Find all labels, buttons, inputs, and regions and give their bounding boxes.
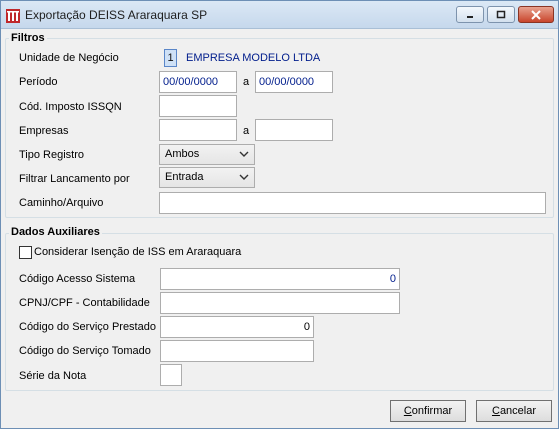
dados-title: Dados Auxiliares — [9, 226, 102, 238]
unidade-label: Unidade de Negócio — [19, 52, 119, 64]
serie-label: Série da Nota — [19, 370, 87, 382]
export-dialog: Exportação DEISS Araraquara SP Filtros U… — [0, 0, 559, 429]
window-title: Exportação DEISS Araraquara SP — [25, 8, 208, 22]
maximize-button[interactable] — [487, 6, 515, 23]
cancelar-accelerator: C — [491, 405, 500, 417]
app-logo-icon — [6, 9, 20, 23]
empresas-separator: a — [243, 125, 250, 137]
periodo-from-field[interactable]: 00/00/0000 — [159, 71, 237, 93]
minimize-icon — [467, 15, 473, 18]
title-bar[interactable]: Exportação DEISS Araraquara SP — [1, 1, 558, 29]
servico-tomado-field[interactable] — [160, 340, 314, 362]
tipo-registro-label: Tipo Registro — [19, 149, 85, 161]
empresas-label: Empresas — [19, 125, 69, 137]
confirmar-button[interactable]: Confirmar — [390, 400, 466, 422]
empresas-from-field[interactable] — [159, 119, 237, 141]
isencao-checkbox[interactable] — [19, 246, 32, 259]
close-icon — [531, 9, 541, 20]
confirmar-accelerator: C — [403, 405, 412, 417]
servico-tomado-label: Código do Serviço Tomado — [19, 345, 151, 357]
periodo-label: Período — [19, 76, 58, 88]
unidade-code-field[interactable]: 1 — [164, 49, 177, 67]
cancelar-label: ancelar — [499, 405, 537, 417]
empresas-to-field[interactable] — [255, 119, 333, 141]
filtrar-label: Filtrar Lancamento por — [19, 173, 130, 185]
caminho-label: Caminho/Arquivo — [19, 197, 104, 209]
cancelar-button[interactable]: Cancelar — [476, 400, 552, 422]
serie-field[interactable] — [160, 364, 182, 386]
cpnj-field[interactable] — [160, 292, 400, 314]
tipo-registro-select[interactable]: Ambos — [159, 144, 255, 165]
tipo-registro-value: Ambos — [165, 148, 200, 160]
cpnj-label: CPNJ/CPF - Contabilidade — [19, 297, 150, 309]
filtros-title: Filtros — [9, 32, 47, 44]
filtrar-select[interactable]: Entrada — [159, 167, 255, 188]
cod-imposto-label: Cód. Imposto ISSQN — [19, 101, 122, 113]
unidade-name: EMPRESA MODELO LTDA — [186, 52, 321, 64]
cod-imposto-field[interactable] — [159, 95, 237, 117]
caminho-field[interactable] — [159, 192, 546, 214]
confirmar-label: onfirmar — [411, 405, 453, 417]
servico-prestado-label: Código do Serviço Prestado — [19, 321, 156, 333]
servico-prestado-field[interactable]: 0 — [160, 316, 314, 338]
minimize-button[interactable] — [456, 6, 484, 23]
periodo-to-field[interactable]: 00/00/0000 — [255, 71, 333, 93]
periodo-separator: a — [243, 76, 250, 88]
isencao-label[interactable]: Considerar Isenção de ISS em Araraquara — [34, 246, 241, 258]
chevron-down-icon — [239, 174, 249, 180]
maximize-icon — [496, 10, 506, 18]
filtrar-value: Entrada — [165, 171, 204, 183]
acesso-label: Código Acesso Sistema — [19, 273, 136, 285]
chevron-down-icon — [239, 151, 249, 157]
close-button[interactable] — [518, 6, 554, 23]
acesso-field[interactable]: 0 — [160, 268, 400, 290]
